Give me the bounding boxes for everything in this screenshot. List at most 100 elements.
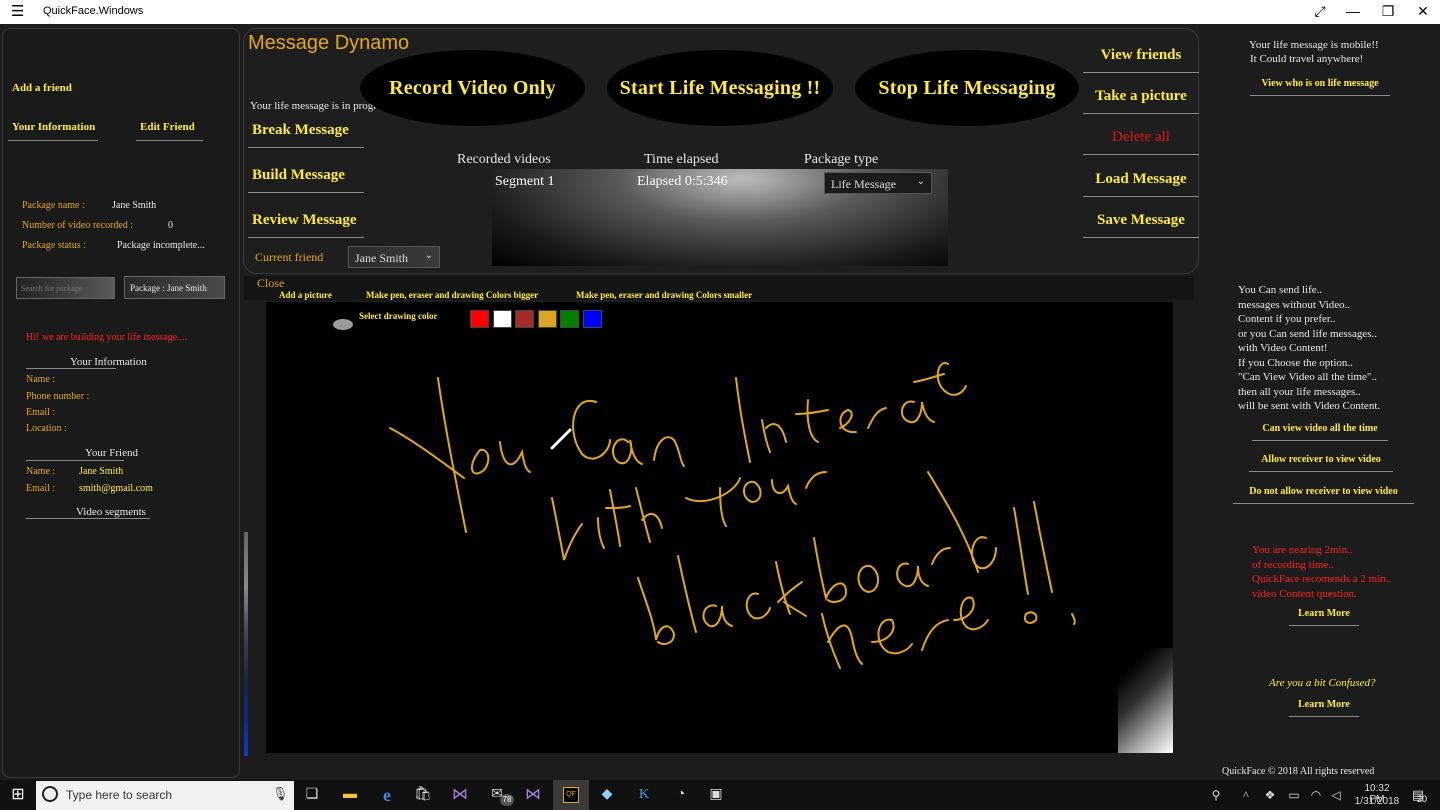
battery-icon[interactable]: ▭: [1284, 785, 1304, 805]
edge-browser-icon[interactable]: e: [377, 785, 397, 805]
ink-stroke: [635, 487, 663, 543]
allow-receiver-button[interactable]: Allow receiver to view video: [1249, 454, 1393, 472]
close-board-button[interactable]: Close: [257, 276, 284, 291]
view-who-link[interactable]: View who is on life message: [1250, 78, 1390, 96]
package-type-dropdown[interactable]: Life Message ⌄: [824, 172, 932, 194]
videos-recorded-label: Number of video recorded :: [22, 220, 134, 231]
build-message-button[interactable]: Build Message: [248, 167, 364, 193]
ink-stroke: [795, 399, 829, 443]
info-line: You Can send life..: [1238, 284, 1323, 296]
recording-warning: You are nearing 2min.. of recording time…: [1252, 543, 1391, 601]
view-friends-button[interactable]: View friends: [1083, 47, 1199, 73]
learn-more-button[interactable]: Learn More: [1289, 699, 1359, 717]
visual-studio-2-icon[interactable]: ⋈: [523, 785, 543, 805]
volume-icon[interactable]: ◁: [1326, 785, 1346, 805]
ink-stroke-group: [389, 362, 1076, 669]
ink-stroke: [605, 489, 631, 547]
maximize-icon[interactable]: ❐: [1378, 3, 1398, 20]
info-line: will be sent with Video Content.: [1238, 400, 1381, 412]
break-message-button[interactable]: Break Message: [248, 122, 364, 148]
people-icon[interactable]: ⚲: [1206, 785, 1226, 805]
ink-stroke: [867, 407, 887, 429]
video-info-text: You Can send life.. messages without Vid…: [1238, 283, 1380, 414]
take-picture-button[interactable]: Take a picture: [1083, 88, 1199, 114]
visual-studio-icon[interactable]: ⋈: [450, 785, 470, 805]
pen-bigger-button[interactable]: Make pen, eraser and drawing Colors bigg…: [366, 290, 538, 300]
friend-name-value: Jane Smith: [79, 466, 124, 477]
mobile-message-line-1: Your life message is mobile!!: [1249, 39, 1379, 51]
pen-size-indicator[interactable]: [333, 319, 353, 330]
search-package-input[interactable]: [16, 277, 115, 299]
close-window-icon[interactable]: ✕: [1413, 3, 1433, 20]
package-dropdown[interactable]: Package : Jane Smith: [124, 276, 225, 299]
do-not-allow-receiver-button[interactable]: Do not allow receiver to view video: [1233, 486, 1414, 504]
quickface-active-app[interactable]: QF: [553, 780, 589, 810]
app-icon-k[interactable]: K: [634, 785, 654, 805]
color-swatch-white[interactable]: [493, 310, 512, 328]
taskbar-search-box[interactable]: Type here to search 🎙: [36, 781, 294, 810]
app-icon-disc[interactable]: ◔: [671, 785, 691, 805]
windows-start-icon[interactable]: ⊞: [8, 785, 28, 805]
save-message-button[interactable]: Save Message: [1083, 212, 1199, 238]
learn-more-button[interactable]: Learn More: [1289, 608, 1359, 626]
delete-all-button[interactable]: Delete all: [1083, 129, 1199, 155]
ink-stroke: [637, 577, 676, 645]
stop-life-messaging-button[interactable]: Stop Life Messaging: [855, 50, 1079, 126]
review-message-button[interactable]: Review Message: [248, 212, 364, 238]
scroll-track[interactable]: [244, 532, 248, 756]
ink-stroke: [761, 419, 787, 453]
tray-chevron-up-icon[interactable]: ^: [1236, 785, 1256, 805]
color-swatch-gold[interactable]: [538, 310, 557, 328]
friend-email-value: smith@gmail.com: [79, 483, 153, 494]
color-swatch-red[interactable]: [470, 310, 489, 328]
blackboard-canvas[interactable]: [266, 302, 1173, 753]
cortana-circle-icon: [42, 786, 58, 802]
can-view-video-button[interactable]: Can view video all the time: [1252, 423, 1388, 441]
add-friend-link[interactable]: Add a friend: [12, 82, 72, 94]
info-line: with Video Content!: [1238, 342, 1328, 354]
app-icon-blue[interactable]: ◆: [597, 785, 617, 805]
ink-stroke: [572, 399, 611, 460]
title-bar: ☰ QuickFace.Windows ⤢ — ❐ ✕: [0, 0, 1440, 24]
eraser-cursor-stroke: [550, 428, 572, 450]
segment-cell[interactable]: Segment 1: [495, 174, 555, 190]
ink-stroke: [775, 561, 807, 617]
edit-friend-button[interactable]: Edit Friend: [136, 121, 203, 141]
pen-smaller-button[interactable]: Make pen, eraser and drawing Colors smal…: [576, 290, 752, 300]
mail-badge: 78: [500, 794, 514, 806]
microphone-icon[interactable]: 🎙: [272, 786, 289, 802]
color-swatch-brown[interactable]: [515, 310, 534, 328]
start-life-messaging-button[interactable]: Start Life Messaging !!: [607, 50, 833, 126]
your-information-button[interactable]: Your Information: [8, 121, 98, 141]
ink-stroke: [871, 618, 913, 655]
color-swatch-blue[interactable]: [583, 310, 602, 328]
wifi-icon[interactable]: ◠: [1306, 785, 1326, 805]
color-swatch-green[interactable]: [560, 310, 579, 328]
ink-stroke: [813, 537, 848, 603]
compact-overlay-icon[interactable]: ⤢: [1310, 3, 1330, 20]
chevron-down-icon: ⌄: [424, 250, 433, 261]
ink-stroke: [913, 373, 945, 383]
ink-stroke: [745, 592, 771, 620]
hamburger-menu-icon[interactable]: ☰: [11, 2, 24, 20]
column-time-elapsed: Time elapsed: [644, 152, 719, 167]
file-explorer-icon[interactable]: ▬: [340, 785, 360, 805]
app-icon-settings[interactable]: ▣: [706, 785, 726, 805]
warning-line: QuickFace recomends a 2 min..: [1252, 573, 1392, 585]
dropbox-icon[interactable]: ❖: [1260, 785, 1280, 805]
elapsed-cell: Elapsed 0:5:346: [637, 174, 728, 189]
current-friend-dropdown[interactable]: Jane Smith ⌄: [348, 246, 440, 268]
confused-text: Are you a bit Confused?: [1269, 677, 1376, 689]
load-message-button[interactable]: Load Message: [1083, 171, 1199, 197]
ink-stroke: [857, 564, 879, 594]
package-status-label: Package status :: [22, 240, 86, 251]
add-picture-button[interactable]: Add a picture: [279, 290, 332, 300]
minimize-icon[interactable]: —: [1343, 3, 1363, 19]
app-title: Message Dynamo: [248, 32, 410, 54]
task-view-icon[interactable]: ❏: [302, 785, 322, 805]
friend-name-label: Name :: [26, 466, 56, 477]
record-video-only-button[interactable]: Record Video Only: [360, 50, 585, 126]
ink-stroke: [702, 604, 733, 628]
clock-date[interactable]: 1/31/2018: [1354, 796, 1400, 807]
store-icon[interactable]: 🛍: [413, 785, 433, 805]
